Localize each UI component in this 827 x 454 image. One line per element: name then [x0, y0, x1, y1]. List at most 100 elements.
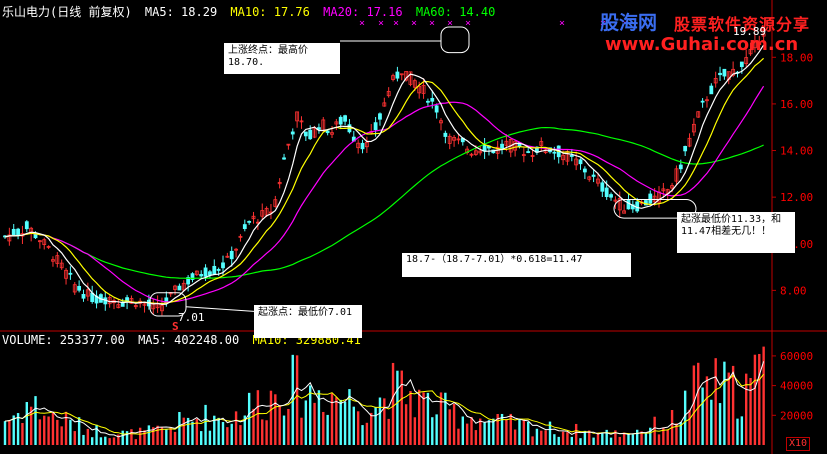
volume-bar: [740, 416, 744, 445]
volume-bar: [234, 411, 238, 445]
candle-body: [247, 220, 252, 223]
volume-bar: [500, 413, 504, 445]
volume-bar: [82, 434, 85, 445]
candle-body: [443, 132, 448, 137]
candle-body: [722, 68, 727, 77]
candle-body: [24, 221, 29, 230]
volume-tick-label: 60000: [780, 350, 813, 363]
volume-bar: [239, 425, 242, 445]
volume-bar: [121, 430, 124, 445]
low-price-label: 7.01: [178, 311, 205, 324]
volume-bar: [265, 420, 268, 445]
candle-body: [77, 285, 82, 291]
volume-bar: [370, 412, 373, 445]
volume-bar: [309, 385, 312, 445]
volume-bar: [51, 412, 55, 445]
volume-bar: [492, 418, 495, 445]
volume-bar: [330, 393, 334, 445]
ma20-readout: MA20: 17.16: [323, 5, 403, 19]
volume-bar: [718, 403, 722, 445]
volume-bar: [461, 416, 464, 445]
candle-body: [739, 61, 744, 68]
candle-body: [582, 168, 587, 173]
volume-bar: [86, 428, 90, 445]
volume-bar: [391, 362, 395, 445]
price-tick-label: 16.00: [780, 98, 813, 111]
volume-bar: [173, 431, 177, 445]
volume-bar: [435, 414, 438, 445]
volume-bar: [8, 420, 11, 445]
zoom-label[interactable]: X10: [786, 437, 811, 451]
volume-bar: [278, 405, 281, 445]
volume-bar: [540, 430, 543, 445]
volume-tick-label: 40000: [780, 380, 813, 393]
volume-bar: [701, 387, 704, 445]
volume-bar: [378, 397, 382, 445]
volume-bar: [522, 419, 526, 445]
volume-bar: [322, 411, 325, 445]
volume-bar: [644, 433, 648, 445]
volume-bar: [736, 418, 739, 445]
candle-body: [578, 159, 583, 165]
volume-bar: [710, 399, 713, 445]
bottom-note: 起涨点：最低价7.01: [254, 305, 362, 338]
price-tick-label: 8.00: [780, 284, 807, 297]
volume-bar: [697, 362, 700, 445]
candle-body: [81, 294, 86, 299]
price-tick-label: 12.00: [780, 191, 813, 204]
candle-body: [212, 265, 217, 275]
candle-body: [430, 98, 435, 102]
volume-bar: [282, 415, 286, 445]
volume-bar: [404, 404, 408, 445]
candle-body: [373, 122, 378, 131]
volume-bar: [313, 402, 316, 445]
volume-bar: [47, 416, 50, 445]
top-note: 上涨终点：最高价 18.70.: [224, 43, 340, 74]
volume-bar: [91, 437, 94, 445]
volume-bar: [479, 418, 482, 445]
volume-bar: [95, 424, 98, 445]
price-tick-label: 14.00: [780, 145, 813, 158]
volume-bar: [431, 417, 434, 445]
volume-bar: [138, 427, 142, 445]
volume-bar: [256, 390, 260, 445]
watermark-url: www.Guhai.com.cn: [605, 34, 799, 55]
volume-readout: VOLUME: 253377.00: [2, 333, 125, 347]
volume-bar: [396, 370, 399, 445]
volume-bar: [588, 430, 591, 445]
volume-bar: [335, 397, 338, 445]
volume-bar: [557, 436, 560, 445]
volume-bar: [566, 432, 569, 445]
high-price-label: 19.89: [733, 25, 767, 38]
volume-bar: [692, 365, 696, 445]
candle-body: [199, 274, 204, 277]
volume-bar: [73, 431, 76, 445]
volume-bar: [274, 394, 277, 445]
candle-body: [378, 113, 382, 120]
volume-bar: [448, 409, 451, 445]
candle-body: [308, 129, 313, 140]
volume-bar: [592, 437, 595, 445]
volume-bar: [99, 437, 103, 445]
ma10-readout: MA10: 17.76: [230, 5, 310, 19]
volume-bar: [374, 407, 377, 445]
formula-note: 18.7-（18.7-7.01）*0.618=11.47: [402, 253, 631, 277]
volume-bar: [104, 436, 107, 445]
candle-body: [709, 85, 714, 95]
volume-bar: [165, 429, 168, 445]
candle-body: [604, 187, 609, 197]
volume-bar: [134, 439, 137, 445]
volume-bar: [570, 436, 573, 445]
volume-bar: [365, 422, 369, 445]
candle-body: [303, 131, 308, 137]
volume-bar: [25, 402, 28, 445]
volume-bar: [688, 409, 691, 445]
candle-body: [552, 151, 557, 154]
volume-bar: [422, 392, 425, 445]
volume-bar: [683, 390, 687, 445]
formula-text: 18.7-（18.7-7.01）*0.618=11.47: [406, 254, 583, 265]
ma5-readout: MA5: 18.29: [144, 5, 218, 19]
candle-body: [242, 224, 247, 229]
volume-bar: [304, 400, 308, 445]
volume-bar: [252, 408, 255, 445]
